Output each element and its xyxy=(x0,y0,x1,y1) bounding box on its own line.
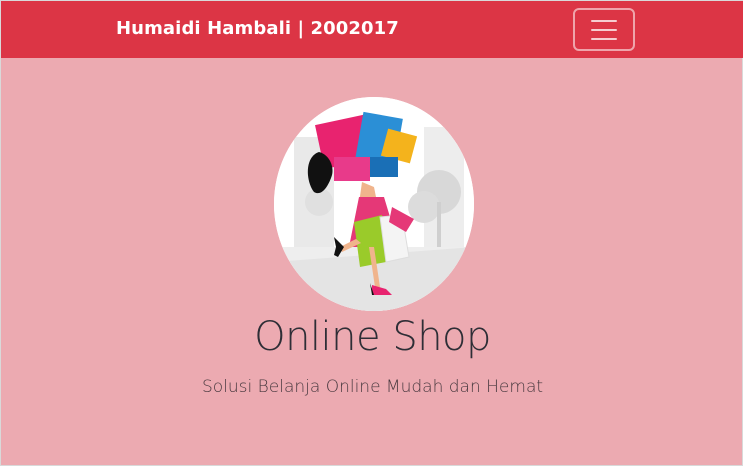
shopping-woman-illustration xyxy=(274,97,474,311)
hero-image xyxy=(274,97,474,311)
hero-title: Online Shop xyxy=(254,314,491,360)
navbar-toggler-button[interactable] xyxy=(573,8,635,51)
navbar: Humaidi Hambali | 2002017 xyxy=(1,1,743,58)
navbar-brand[interactable]: Humaidi Hambali | 2002017 xyxy=(116,18,399,39)
hamburger-menu-icon xyxy=(591,19,617,40)
hero-subtitle: Solusi Belanja Online Mudah dan Hemat xyxy=(201,377,544,397)
